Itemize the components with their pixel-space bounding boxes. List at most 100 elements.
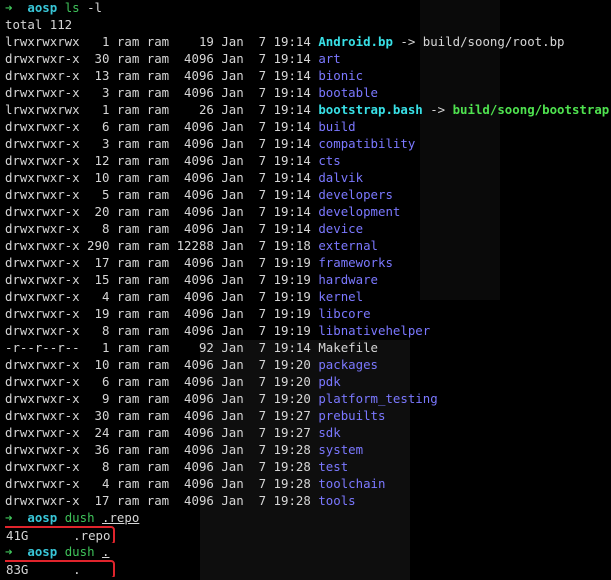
listing-row: drwxrwxr-x 20 ram ram 4096 Jan 7 19:14 d… [5, 203, 611, 220]
du-size: 83G [6, 562, 29, 577]
entry-metadata: drwxrwxr-x 15 ram ram 4096 Jan 7 19:19 [5, 272, 319, 287]
symlink-target: build/soong/root.bp [422, 34, 565, 49]
prompt-cwd: aosp [27, 544, 58, 559]
entry-name: dalvik [318, 170, 364, 185]
entry-name: art [318, 51, 341, 66]
entry-metadata: drwxrwxr-x 13 ram ram 4096 Jan 7 19:14 [5, 68, 319, 83]
du-size: 41G [6, 528, 29, 543]
entry-name: sdk [318, 425, 341, 440]
listing-row: drwxrwxr-x 17 ram ram 4096 Jan 7 19:19 f… [5, 254, 611, 271]
listing-row: drwxrwxr-x 6 ram ram 4096 Jan 7 19:20 pd… [5, 373, 611, 390]
entry-name: tools [318, 493, 356, 508]
command-name: ls [64, 0, 80, 15]
entry-metadata: drwxrwxr-x 8 ram ram 4096 Jan 7 19:14 [5, 221, 319, 236]
prompt-cwd: aosp [27, 510, 58, 525]
entry-name: test [318, 459, 349, 474]
entry-metadata: drwxrwxr-x 5 ram ram 4096 Jan 7 19:14 [5, 187, 319, 202]
listing-row: drwxrwxr-x 36 ram ram 4096 Jan 7 19:28 s… [5, 441, 611, 458]
command-name: dush [64, 510, 95, 525]
du-path: .repo [73, 528, 111, 543]
entry-metadata: lrwxrwxrwx 1 ram ram 19 Jan 7 19:14 [5, 34, 319, 49]
entry-metadata: drwxrwxr-x 8 ram ram 4096 Jan 7 19:28 [5, 459, 319, 474]
listing-row: drwxrwxr-x 290 ram ram 12288 Jan 7 19:18… [5, 237, 611, 254]
entry-name: Android.bp [318, 34, 393, 49]
command-argument: . [102, 544, 110, 559]
entry-name: developers [318, 187, 393, 202]
entry-metadata: drwxrwxr-x 9 ram ram 4096 Jan 7 19:20 [5, 391, 319, 406]
du-result-cwd: 83G . [5, 560, 611, 577]
entry-metadata: drwxrwxr-x 10 ram ram 4096 Jan 7 19:14 [5, 170, 319, 185]
entry-name: packages [318, 357, 378, 372]
entry-name: pdk [318, 374, 341, 389]
entry-metadata: drwxrwxr-x 30 ram ram 4096 Jan 7 19:14 [5, 51, 319, 66]
listing-row: drwxrwxr-x 17 ram ram 4096 Jan 7 19:28 t… [5, 492, 611, 509]
listing-entries: lrwxrwxrwx 1 ram ram 19 Jan 7 19:14 Andr… [5, 33, 611, 509]
entry-metadata: drwxrwxr-x 8 ram ram 4096 Jan 7 19:19 [5, 323, 319, 338]
listing-row: drwxrwxr-x 24 ram ram 4096 Jan 7 19:27 s… [5, 424, 611, 441]
listing-row: drwxrwxr-x 4 ram ram 4096 Jan 7 19:19 ke… [5, 288, 611, 305]
entry-name: toolchain [318, 476, 386, 491]
command-argument: -l [87, 0, 103, 15]
entry-metadata: drwxrwxr-x 4 ram ram 4096 Jan 7 19:28 [5, 476, 319, 491]
entry-metadata: drwxrwxr-x 19 ram ram 4096 Jan 7 19:19 [5, 306, 319, 321]
listing-row: drwxrwxr-x 30 ram ram 4096 Jan 7 19:14 a… [5, 50, 611, 67]
entry-name: prebuilts [318, 408, 386, 423]
entry-metadata: drwxrwxr-x 10 ram ram 4096 Jan 7 19:20 [5, 357, 319, 372]
entry-metadata: drwxrwxr-x 17 ram ram 4096 Jan 7 19:28 [5, 493, 319, 508]
command-name: dush [64, 544, 95, 559]
entry-name: platform_testing [318, 391, 438, 406]
listing-row: drwxrwxr-x 8 ram ram 4096 Jan 7 19:14 de… [5, 220, 611, 237]
du-result-repo: 41G .repo [5, 526, 611, 543]
entry-name: kernel [318, 289, 364, 304]
listing-row: -r--r--r-- 1 ram ram 92 Jan 7 19:14 Make… [5, 339, 611, 356]
entry-metadata: drwxrwxr-x 20 ram ram 4096 Jan 7 19:14 [5, 204, 319, 219]
entry-name: development [318, 204, 401, 219]
listing-row: lrwxrwxrwx 1 ram ram 19 Jan 7 19:14 Andr… [5, 33, 611, 50]
entry-metadata: drwxrwxr-x 4 ram ram 4096 Jan 7 19:19 [5, 289, 319, 304]
listing-row: drwxrwxr-x 30 ram ram 4096 Jan 7 19:27 p… [5, 407, 611, 424]
prompt-arrow-icon: ➜ [5, 510, 13, 525]
listing-row: drwxrwxr-x 3 ram ram 4096 Jan 7 19:14 co… [5, 135, 611, 152]
entry-name: device [318, 221, 364, 236]
highlight-box: 83G . [5, 560, 116, 577]
symlink-arrow: -> [422, 102, 453, 117]
entry-name: compatibility [318, 136, 416, 151]
listing-row: drwxrwxr-x 12 ram ram 4096 Jan 7 19:14 c… [5, 152, 611, 169]
prompt-arrow-icon: ➜ [5, 544, 13, 559]
listing-row: drwxrwxr-x 8 ram ram 4096 Jan 7 19:28 te… [5, 458, 611, 475]
entry-metadata: drwxrwxr-x 36 ram ram 4096 Jan 7 19:28 [5, 442, 319, 457]
entry-name: bootable [318, 85, 378, 100]
listing-row: drwxrwxr-x 6 ram ram 4096 Jan 7 19:14 bu… [5, 118, 611, 135]
listing-row: drwxrwxr-x 9 ram ram 4096 Jan 7 19:20 pl… [5, 390, 611, 407]
entry-name: bootstrap.bash [318, 102, 423, 117]
entry-metadata: drwxrwxr-x 12 ram ram 4096 Jan 7 19:14 [5, 153, 319, 168]
total-line: total 112 [5, 17, 73, 32]
entry-name: build [318, 119, 356, 134]
entry-metadata: drwxrwxr-x 6 ram ram 4096 Jan 7 19:14 [5, 119, 319, 134]
entry-name: Makefile [318, 340, 378, 355]
listing-row: drwxrwxr-x 10 ram ram 4096 Jan 7 19:14 d… [5, 169, 611, 186]
terminal-output: ➜ aosp ls -l total 112 lrwxrwxrwx 1 ram … [5, 0, 611, 577]
listing-row: drwxrwxr-x 13 ram ram 4096 Jan 7 19:14 b… [5, 67, 611, 84]
entry-name: cts [318, 153, 341, 168]
entry-metadata: drwxrwxr-x 3 ram ram 4096 Jan 7 19:14 [5, 85, 319, 100]
entry-metadata: drwxrwxr-x 24 ram ram 4096 Jan 7 19:27 [5, 425, 319, 440]
prompt-arrow-icon: ➜ [5, 0, 13, 15]
listing-row: drwxrwxr-x 8 ram ram 4096 Jan 7 19:19 li… [5, 322, 611, 339]
command-argument: .repo [102, 510, 140, 525]
entry-metadata: -r--r--r-- 1 ram ram 92 Jan 7 19:14 [5, 340, 319, 355]
listing-row: drwxrwxr-x 10 ram ram 4096 Jan 7 19:20 p… [5, 356, 611, 373]
listing-row: lrwxrwxrwx 1 ram ram 26 Jan 7 19:14 boot… [5, 101, 611, 118]
listing-row: drwxrwxr-x 15 ram ram 4096 Jan 7 19:19 h… [5, 271, 611, 288]
entry-name: libcore [318, 306, 371, 321]
entry-metadata: drwxrwxr-x 30 ram ram 4096 Jan 7 19:27 [5, 408, 319, 423]
prompt-line-dush-cwd: ➜ aosp dush . [5, 543, 611, 560]
entry-name: bionic [318, 68, 364, 83]
listing-row: drwxrwxr-x 4 ram ram 4096 Jan 7 19:28 to… [5, 475, 611, 492]
entry-metadata: drwxrwxr-x 17 ram ram 4096 Jan 7 19:19 [5, 255, 319, 270]
entry-name: system [318, 442, 364, 457]
listing-row: drwxrwxr-x 19 ram ram 4096 Jan 7 19:19 l… [5, 305, 611, 322]
du-path: . [73, 562, 81, 577]
entry-metadata: lrwxrwxrwx 1 ram ram 26 Jan 7 19:14 [5, 102, 319, 117]
entry-name: frameworks [318, 255, 393, 270]
